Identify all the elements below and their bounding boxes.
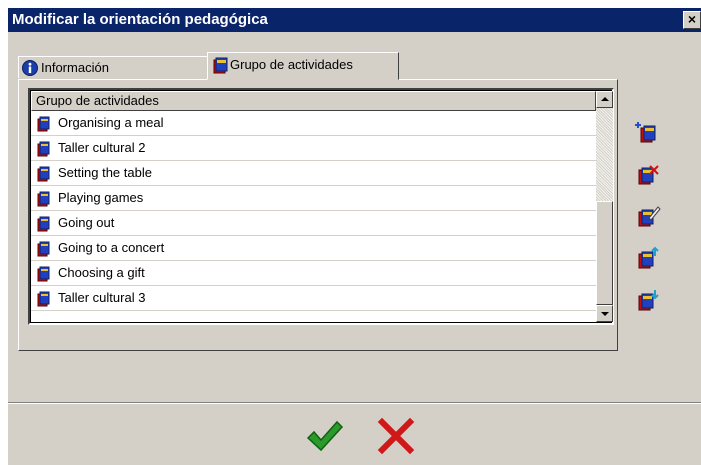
- move-up-icon[interactable]: [633, 244, 661, 274]
- arrow-up-icon: [601, 97, 609, 101]
- vertical-scrollbar[interactable]: [596, 91, 613, 322]
- book-icon: [37, 291, 50, 307]
- book-icon: [37, 241, 50, 257]
- ok-checkmark-icon[interactable]: [304, 416, 344, 456]
- book-icon: [37, 191, 50, 207]
- scroll-down-button[interactable]: [596, 305, 613, 322]
- list-item[interactable]: Organising a meal: [31, 111, 596, 136]
- list-item-label: Going out: [58, 215, 115, 230]
- column-header-grupo-de-actividades[interactable]: Grupo de actividades: [31, 91, 596, 111]
- book-icon: [37, 216, 50, 232]
- book-icon: [37, 116, 50, 132]
- book-icon: [37, 266, 50, 282]
- cancel-x-icon[interactable]: [376, 416, 416, 456]
- book-icon: [213, 57, 228, 74]
- close-button[interactable]: ×: [683, 11, 701, 29]
- list-item[interactable]: Choosing a gift: [31, 261, 596, 286]
- tab-label: Información: [41, 60, 109, 75]
- scroll-up-button[interactable]: [596, 91, 613, 108]
- tab-informacion[interactable]: Información: [18, 56, 208, 78]
- tab-grupo-de-actividades[interactable]: Grupo de actividades: [207, 52, 399, 80]
- info-icon: [22, 60, 38, 76]
- list-item-label: Playing games: [58, 190, 144, 205]
- list-item[interactable]: Setting the table: [31, 161, 596, 186]
- delete-group-icon[interactable]: [633, 160, 661, 190]
- tab-label: Grupo de actividades: [230, 57, 353, 72]
- edit-group-icon[interactable]: [633, 202, 661, 232]
- activity-group-list[interactable]: Grupo de actividades Organising a meal T…: [28, 88, 614, 325]
- title-bar: Modificar la orientación pedagógica ×: [8, 8, 701, 32]
- move-down-icon[interactable]: [633, 286, 661, 316]
- list-item-label: Setting the table: [58, 165, 152, 180]
- list-item[interactable]: Taller cultural 3: [31, 286, 596, 311]
- list-item-label: Taller cultural 3: [58, 290, 146, 305]
- list-item[interactable]: Going to a concert: [31, 236, 596, 261]
- add-group-icon[interactable]: [633, 118, 661, 148]
- button-bar: [8, 404, 701, 465]
- scrollbar-thumb[interactable]: [596, 201, 613, 305]
- list-item-label: Organising a meal: [58, 115, 164, 130]
- list-rows: Organising a meal Taller cultural 2 Sett…: [31, 111, 596, 311]
- book-icon: [37, 141, 50, 157]
- list-item-label: Choosing a gift: [58, 265, 145, 280]
- arrow-down-icon: [601, 312, 609, 316]
- dialog-window: Modificar la orientación pedagógica × In…: [8, 8, 701, 465]
- list-item-label: Taller cultural 2: [58, 140, 146, 155]
- list-item-label: Going to a concert: [58, 240, 165, 255]
- book-icon: [37, 166, 50, 182]
- list-item[interactable]: Playing games: [31, 186, 596, 211]
- list-item[interactable]: Taller cultural 2: [31, 136, 596, 161]
- dialog-title: Modificar la orientación pedagógica: [12, 11, 268, 28]
- list-item[interactable]: Going out: [31, 211, 596, 236]
